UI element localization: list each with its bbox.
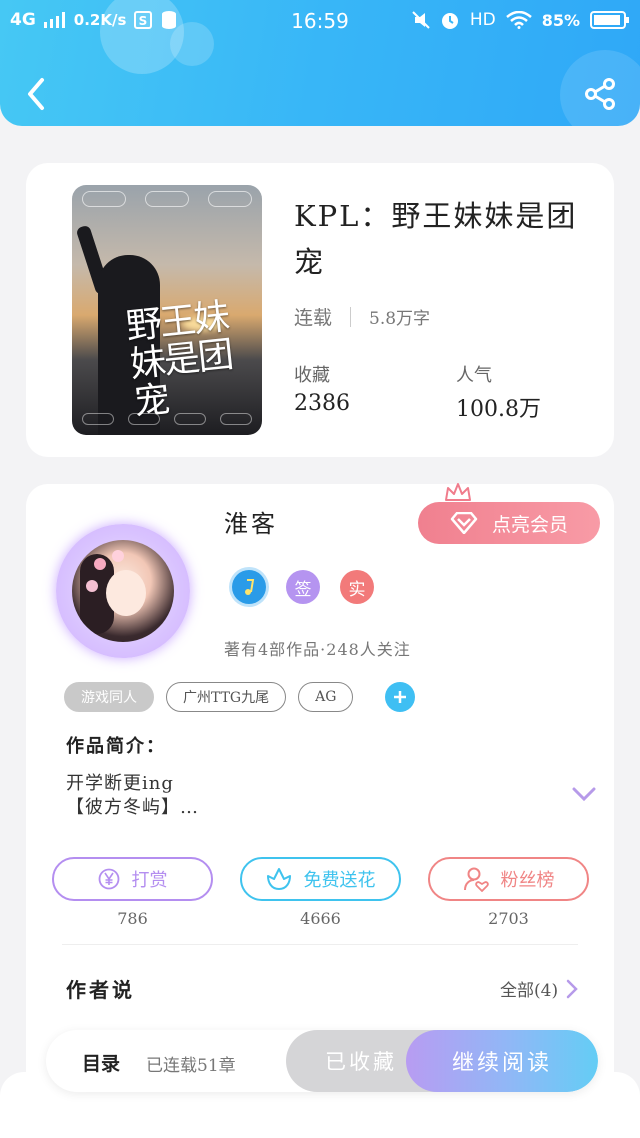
fans-action: 粉丝榜 2703: [428, 857, 589, 928]
favorites-value: 2386: [294, 391, 350, 416]
avatar-frame[interactable]: [56, 524, 190, 658]
cover-title: 野王妹妹是团宠: [124, 296, 234, 424]
author-says-all-label: 全部(4): [500, 981, 559, 1001]
toc-button[interactable]: 目录: [82, 1049, 120, 1076]
send-flower-button[interactable]: 免费送花: [240, 857, 401, 901]
alarm-icon: [441, 13, 458, 29]
fan-count: 2703: [488, 909, 529, 928]
signed-badge-label: 签: [294, 579, 312, 600]
author-name[interactable]: 淮客: [224, 504, 278, 539]
header: 4G 0.2K/s S 16:59 HD 85%: [0, 0, 640, 126]
tag-item[interactable]: 广州TTG九尾: [166, 682, 287, 712]
diamond-icon: [450, 512, 478, 534]
plus-icon: [394, 691, 407, 703]
book-cover[interactable]: 野王妹妹是团宠: [72, 185, 262, 435]
music-badge[interactable]: [232, 570, 266, 604]
bottom-action-bar: 目录 已连载51章 已收藏 继续阅读: [46, 1030, 598, 1092]
chapter-count: 已连载51章: [146, 1056, 236, 1076]
popularity-label: 人气: [456, 365, 492, 386]
share-icon: [585, 78, 615, 110]
add-tag-button[interactable]: [385, 682, 416, 712]
intro-line: 开学断更ing: [66, 773, 174, 794]
book-meta: 连载 5.8万字: [294, 303, 430, 330]
favorites-label: 收藏: [294, 365, 330, 386]
author-says-title: 作者说: [66, 978, 135, 1002]
author-badges: 签 实: [232, 570, 374, 604]
chevron-down-icon[interactable]: [572, 786, 596, 802]
wifi-icon: [505, 11, 532, 29]
tag-item[interactable]: 游戏同人: [64, 682, 154, 712]
vip-button[interactable]: 点亮会员: [418, 502, 600, 544]
intro-text: 开学断更ing 【彼方冬屿】…: [66, 772, 199, 820]
verified-badge-label: 实: [348, 579, 366, 600]
intro-line: 【彼方冬屿】…: [66, 797, 199, 818]
vip-label: 点亮会员: [491, 513, 568, 536]
word-count: 5.8万字: [369, 309, 431, 329]
chevron-right-icon: [566, 979, 578, 998]
reward-action: 打赏 786: [52, 857, 213, 928]
book-info-card: 野王妹妹是团宠 KPL：野王妹妹是团宠 连载 5.8万字 收藏 2386 人气 …: [26, 163, 614, 457]
flower-count: 4666: [300, 909, 341, 928]
avatar-face: [106, 570, 146, 616]
avatar-flower: [112, 550, 124, 562]
tag-list: 游戏同人 广州TTG九尾 AG: [64, 682, 416, 712]
battery-percent: 85%: [541, 10, 580, 30]
send-flower-label: 免费送花: [303, 870, 376, 891]
signed-badge[interactable]: 签: [286, 570, 320, 604]
tag-item[interactable]: AG: [298, 682, 354, 712]
chevron-left-icon: [28, 78, 44, 110]
share-button[interactable]: [582, 76, 618, 112]
book-status: 连载: [294, 307, 333, 329]
flower-action: 免费送花 4666: [240, 857, 401, 928]
music-note-icon: [245, 579, 255, 595]
intro-title: 作品简介：: [66, 736, 166, 757]
mute-icon: [412, 11, 430, 29]
continue-reading-button[interactable]: 继续阅读: [406, 1030, 598, 1092]
reward-count: 786: [117, 909, 148, 928]
action-row: 打赏 786 免费送花 4666 粉丝榜 2703: [52, 857, 589, 928]
user-heart-icon: [463, 867, 489, 892]
avatar-flower: [86, 580, 98, 592]
battery-icon: [590, 11, 629, 29]
divider: [62, 944, 578, 945]
back-button[interactable]: [20, 74, 52, 114]
avatar-flower: [94, 558, 106, 570]
reward-label: 打赏: [131, 870, 168, 891]
crown-icon: [445, 483, 471, 501]
verified-badge[interactable]: 实: [340, 570, 374, 604]
fan-ranking-label: 粉丝榜: [500, 870, 555, 891]
author-card: 淮客 点亮会员 签 实 著有4部作品·248人关注 游戏同人 广州TTG九尾 A…: [26, 483, 614, 1104]
cover-laurels: [82, 191, 252, 211]
avatar: [72, 540, 174, 642]
author-says-all-link[interactable]: 全部(4): [500, 976, 578, 1001]
author-stats: 著有4部作品·248人关注: [224, 640, 411, 659]
book-title: KPL：野王妹妹是团宠: [294, 199, 578, 279]
hd-label: HD: [469, 10, 496, 30]
meta-divider: [350, 306, 352, 327]
fan-ranking-button[interactable]: 粉丝榜: [428, 857, 589, 901]
popularity-value: 100.8万: [456, 397, 541, 422]
yuan-icon: [98, 868, 119, 890]
flower-icon: [266, 868, 291, 890]
status-bar: 4G 0.2K/s S 16:59 HD 85%: [0, 0, 640, 44]
reward-button[interactable]: 打赏: [52, 857, 213, 901]
cover-laurels-bottom: [82, 413, 252, 429]
